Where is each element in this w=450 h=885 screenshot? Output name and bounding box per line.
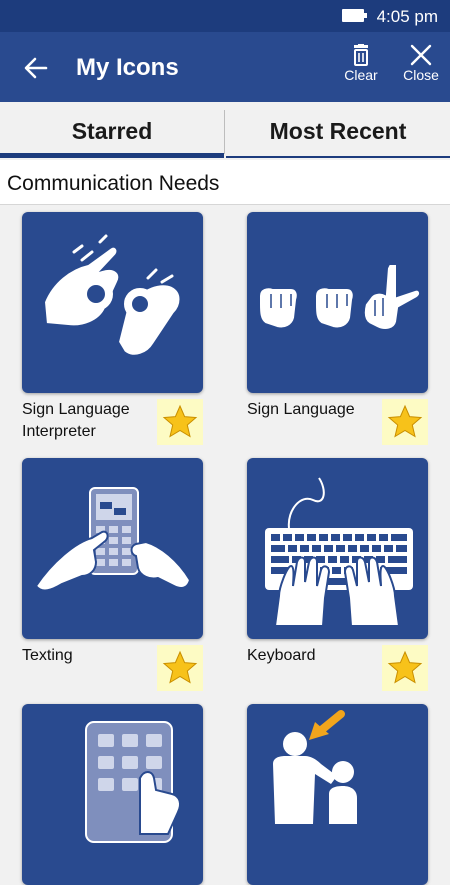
arrow-left-icon: [24, 57, 48, 79]
star-icon: [162, 404, 198, 438]
star-icon: [387, 404, 423, 438]
tab-bar: Starred Most Recent: [0, 102, 450, 158]
tab-starred[interactable]: Starred: [0, 102, 224, 158]
star-icon: [162, 650, 198, 684]
clear-label: Clear: [344, 67, 378, 83]
tab-starred-label: Starred: [71, 118, 153, 144]
tab-underline: [226, 156, 450, 158]
label-sign-language-interpreter: Sign Language Interpreter: [22, 401, 130, 440]
tab-most-recent-label: Most Recent: [269, 118, 407, 144]
label-sign-language: Sign Language: [247, 401, 355, 418]
clear-button[interactable]: Clear: [336, 44, 386, 83]
assistance-icon: [273, 710, 357, 824]
tab-most-recent[interactable]: Most Recent: [226, 102, 450, 158]
star-button[interactable]: [382, 645, 428, 691]
label-texting: Texting: [22, 647, 73, 664]
battery-icon: [342, 9, 367, 22]
card-sign-language-interpreter[interactable]: [22, 212, 203, 393]
tablet-icon: [85, 721, 181, 843]
star-icon: [387, 650, 423, 684]
texting-icon: [34, 487, 192, 592]
tab-indicator: [0, 153, 224, 158]
section-title: Communication Needs: [7, 172, 220, 195]
label-keyboard: Keyboard: [247, 647, 316, 664]
card-tablet[interactable]: [22, 704, 203, 885]
status-time: 4:05 pm: [376, 7, 438, 26]
close-label: Close: [403, 67, 439, 83]
star-button[interactable]: [157, 645, 203, 691]
star-button[interactable]: [157, 399, 203, 445]
card-texting[interactable]: [22, 458, 203, 639]
tab-divider: [224, 110, 225, 154]
sign-language-interpreter-icon: [42, 234, 182, 357]
trash-icon: [354, 44, 368, 66]
app-bar: My Icons Clear Close: [0, 32, 450, 102]
back-button[interactable]: [20, 52, 52, 84]
close-button[interactable]: Close: [396, 44, 446, 83]
card-sign-language[interactable]: [247, 212, 428, 393]
status-bar: 4:05 pm: [0, 0, 450, 32]
page-title: My Icons: [76, 54, 179, 81]
card-keyboard[interactable]: [247, 458, 428, 639]
star-button[interactable]: [382, 399, 428, 445]
sign-language-icon: [258, 263, 422, 331]
card-assistance[interactable]: [247, 704, 428, 885]
keyboard-icon: [265, 477, 413, 627]
section-header: Communication Needs: [0, 160, 450, 205]
close-icon: [410, 44, 432, 66]
